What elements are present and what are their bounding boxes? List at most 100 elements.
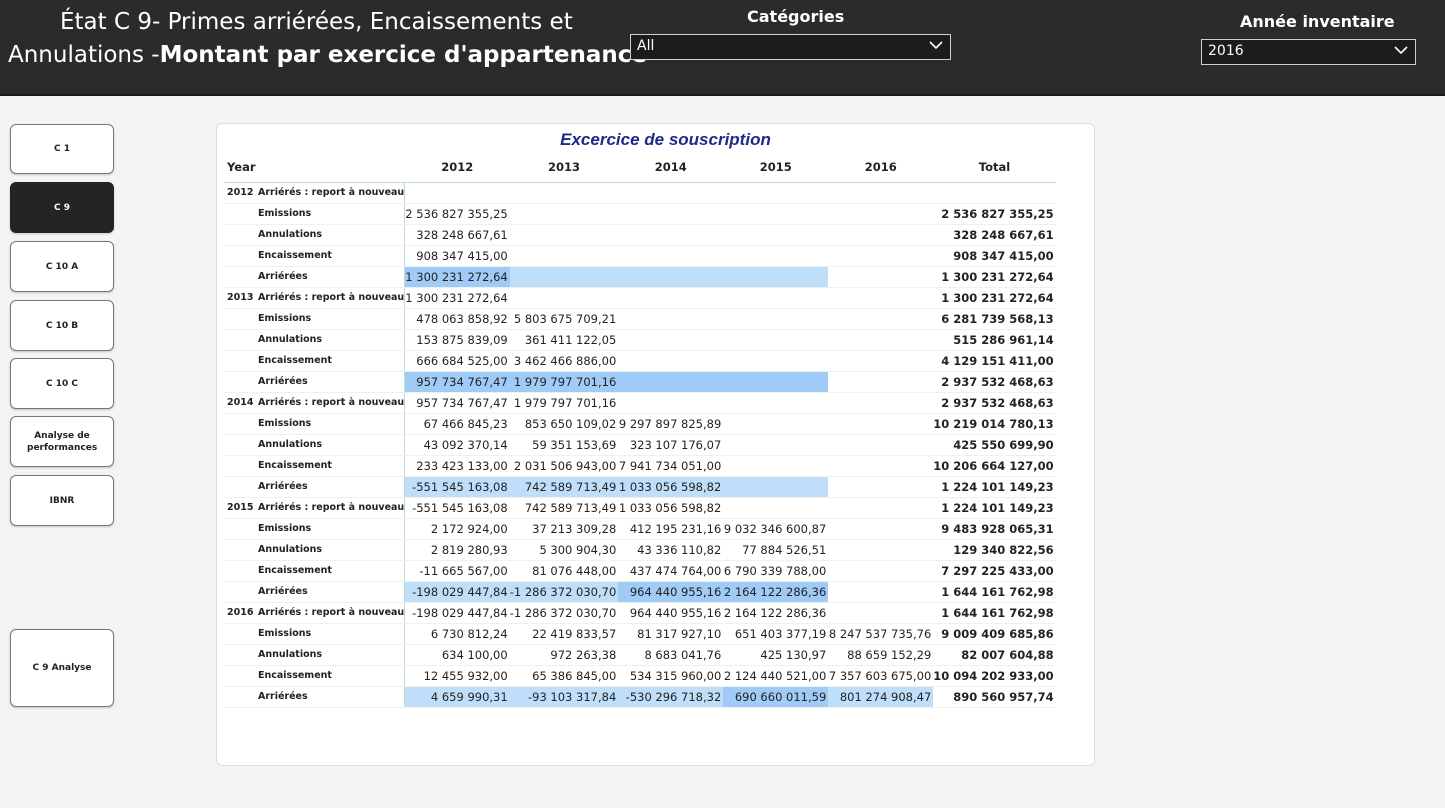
table-cell: 972 263,38 — [509, 644, 619, 666]
table-cell: 801 274 908,47 — [828, 686, 934, 708]
nav-analyse-performances-button[interactable]: Analyse de performances — [10, 416, 114, 467]
row-total: 1 300 231 272,64 — [933, 266, 1056, 288]
table-cell: 964 440 955,16 — [618, 602, 724, 624]
table-cell: -93 103 317,84 — [509, 686, 619, 708]
page-title-line1: État C 9- Primes arriérées, Encaissement… — [60, 9, 573, 35]
nav-c10b-button[interactable]: C 10 B — [10, 300, 114, 351]
table-cell: 2 124 440 521,00 — [723, 665, 829, 687]
table-row: Annulations 153 875 839,09 361 411 122,05 5… — [224, 329, 1056, 351]
table-cell: 6 790 339 788,00 — [723, 560, 829, 582]
row-total: 1 224 101 149,23 — [933, 497, 1056, 519]
nav-button-label: C 10 C — [45, 378, 78, 389]
row-total — [933, 182, 1056, 204]
row-year — [224, 371, 256, 393]
row-label: Arriérés : report à nouveau — [256, 392, 406, 414]
nav-ibnr-button[interactable]: IBNR — [10, 475, 114, 526]
row-label: Arriérés : report à nouveau — [256, 602, 406, 624]
row-label: Encaissement — [256, 560, 406, 582]
table-cell: 7 357 603 675,00 — [828, 665, 934, 687]
table-row: Arriérées -551 545 163,08 742 589 713,49 1 … — [224, 476, 1056, 498]
table-cell: -551 545 163,08 — [404, 476, 510, 498]
row-year — [224, 455, 256, 477]
row-year — [224, 266, 256, 288]
table-cell — [723, 350, 829, 372]
table-cell — [828, 329, 934, 351]
table-cell: 2 164 122 286,36 — [723, 602, 829, 624]
table-row: Arriérées 1 300 231 272,64 1 300 231 272,6… — [224, 266, 1056, 288]
table-cell: 534 315 960,00 — [618, 665, 724, 687]
table-cell — [618, 392, 724, 414]
table-cell — [618, 350, 724, 372]
row-label: Arriérées — [256, 476, 406, 498]
table-cell: 77 884 526,51 — [723, 539, 829, 561]
nav-c9-button[interactable]: C 9 — [10, 182, 114, 233]
nav-c9-analyse-button[interactable]: C 9 Analyse — [10, 629, 114, 707]
row-label: Emissions — [256, 518, 406, 540]
table-cell — [618, 182, 724, 204]
row-year — [224, 644, 256, 666]
table-row: Emissions 2 172 924,00 37 213 309,28 412 19… — [224, 518, 1056, 540]
chevron-down-icon — [1394, 46, 1408, 55]
table-cell — [828, 539, 934, 561]
table-cell: 1 033 056 598,82 — [618, 476, 724, 498]
row-label: Annulations — [256, 329, 406, 351]
table-cell: 666 684 525,00 — [404, 350, 510, 372]
table-cell: -1 286 372 030,70 — [509, 602, 619, 624]
row-label: Encaissement — [256, 245, 406, 267]
table-row: 2012 Arriérés : report à nouveau — [224, 182, 1056, 204]
row-label: Encaissement — [256, 350, 406, 372]
total-column-header: Total — [933, 153, 1056, 183]
table-cell — [509, 266, 619, 288]
row-year — [224, 686, 256, 708]
table-row: 2014 Arriérés : report à nouveau 957 734 7… — [224, 392, 1056, 414]
column-header: 2014 — [618, 153, 724, 183]
row-total: 10 206 664 127,00 — [933, 455, 1056, 477]
year-label: Année inventaire — [1240, 12, 1395, 31]
table-cell: 2 536 827 355,25 — [404, 203, 510, 225]
nav-c10c-button[interactable]: C 10 C — [10, 358, 114, 409]
nav-c1-button[interactable]: C 1 — [10, 124, 114, 174]
row-total: 1 644 161 762,98 — [933, 602, 1056, 624]
table-cell: 81 317 927,10 — [618, 623, 724, 645]
table-cell: 964 440 955,16 — [618, 581, 724, 603]
table-cell — [828, 602, 934, 624]
nav-button-label: C 10 B — [45, 320, 79, 331]
row-label: Emissions — [256, 308, 406, 330]
table-cell: 8 247 537 735,76 — [828, 623, 934, 645]
column-header: 2012 — [404, 153, 510, 183]
table-cell: 478 063 858,92 — [404, 308, 510, 330]
row-year — [224, 308, 256, 330]
table-cell: -551 545 163,08 — [404, 497, 510, 519]
row-total: 10 219 014 780,13 — [933, 413, 1056, 435]
table-cell — [828, 308, 934, 330]
table-cell — [828, 287, 934, 309]
categories-dropdown[interactable]: All — [630, 34, 951, 60]
table-cell — [828, 350, 934, 372]
matrix-panel: Excercice de souscription Year 2012 2013 20… — [216, 123, 1095, 766]
row-year — [224, 581, 256, 603]
nav-c10a-button[interactable]: C 10 A — [10, 241, 114, 292]
year-dropdown[interactable]: 2016 — [1201, 39, 1416, 65]
table-row: Emissions 2 536 827 355,25 2 536 827 355,2… — [224, 203, 1056, 225]
table-cell: 43 336 110,82 — [618, 539, 724, 561]
chevron-down-icon — [929, 41, 943, 50]
row-year: 2013 — [224, 287, 256, 309]
categories-label: Catégories — [747, 7, 845, 26]
row-year — [224, 203, 256, 225]
table-cell: 65 386 845,00 — [509, 665, 619, 687]
table-cell — [828, 518, 934, 540]
nav-button-label: C 10 A — [45, 261, 79, 272]
table-cell — [723, 413, 829, 435]
row-total: 2 536 827 355,25 — [933, 203, 1056, 225]
row-year — [224, 434, 256, 456]
table-row: Annulations 634 100,00 972 263,38 8 683 041… — [224, 644, 1056, 666]
table-cell: 437 474 764,00 — [618, 560, 724, 582]
row-total: 425 550 699,90 — [933, 434, 1056, 456]
table-cell — [828, 224, 934, 246]
row-label: Arriérés : report à nouveau — [256, 287, 406, 309]
row-label: Arriérés : report à nouveau — [256, 182, 406, 204]
table-cell — [723, 476, 829, 498]
table-cell — [509, 203, 619, 225]
table-cell — [723, 371, 829, 393]
row-year — [224, 329, 256, 351]
